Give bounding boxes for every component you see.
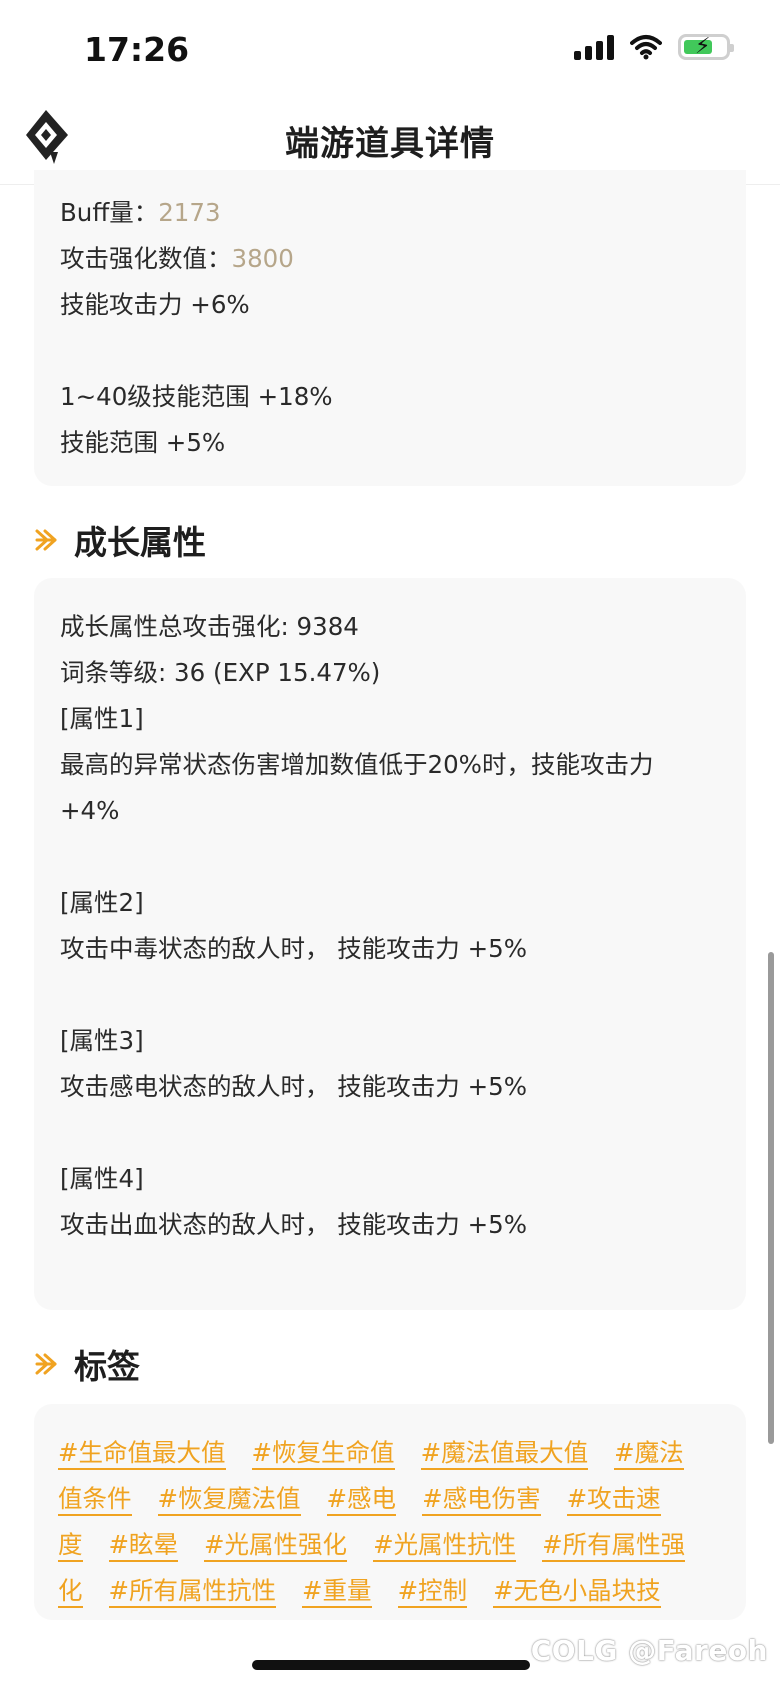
- double-arrow-icon: [35, 1353, 57, 1375]
- growth-line: [属性4]: [60, 1164, 144, 1193]
- section-title: 标签: [74, 1347, 140, 1386]
- attribute-line: 1~40级技能范围 +18%: [60, 382, 333, 411]
- growth-line: [属性1]: [60, 704, 144, 733]
- tag-link[interactable]: #魔法: [614, 1438, 684, 1470]
- buff-line: Buff量：2173: [34, 190, 746, 236]
- tag-link[interactable]: #所有属性强: [542, 1530, 686, 1562]
- attribute-line: 技能范围 +5%: [60, 428, 226, 457]
- tag-link[interactable]: #恢复生命值: [251, 1438, 395, 1470]
- tag-link[interactable]: #魔法值最大值: [420, 1438, 589, 1470]
- tag-link[interactable]: #光属性强化: [204, 1530, 348, 1562]
- growth-line: 成长属性总攻击强化: 9384: [60, 612, 359, 641]
- tag-link[interactable]: 值条件: [58, 1484, 132, 1516]
- tag-link[interactable]: #所有属性抗性: [108, 1576, 277, 1608]
- growth-line: 攻击中毒状态的敌人时， 技能攻击力 +5%: [60, 934, 527, 963]
- attack-enhance-line: 攻击强化数值：3800: [34, 236, 746, 282]
- watermark: COLG @Fareoh: [530, 1634, 768, 1667]
- battery-icon: ⚡: [678, 34, 734, 60]
- tag-row: 化 #所有属性抗性 #重量 #控制 #无色小晶块技: [58, 1568, 722, 1614]
- buff-label: Buff量：: [60, 198, 159, 227]
- attributes-card: Buff量：2173 攻击强化数值：3800 技能攻击力 +6% 1~40级技能…: [34, 170, 746, 486]
- tag-list: #生命值最大值 #恢复生命值 #魔法值最大值 #魔法 值条件 #恢复魔法值 #感电 #感电伤…: [58, 1430, 722, 1614]
- tag-link[interactable]: #控制: [397, 1576, 468, 1608]
- section-title: 成长属性: [74, 523, 206, 562]
- tag-link[interactable]: 化: [58, 1576, 83, 1608]
- growth-line: 攻击出血状态的敌人时， 技能攻击力 +5%: [60, 1210, 527, 1239]
- tag-link[interactable]: #感电: [326, 1484, 397, 1516]
- growth-line: [属性2]: [60, 888, 144, 917]
- home-indicator[interactable]: [252, 1660, 530, 1670]
- tag-link[interactable]: #生命值最大值: [58, 1438, 226, 1470]
- tags-card: #生命值最大值 #恢复生命值 #魔法值最大值 #魔法 值条件 #恢复魔法值 #感电 #感电伤…: [34, 1404, 746, 1620]
- tag-link[interactable]: #无色小晶块技: [493, 1576, 661, 1608]
- status-icons: ⚡: [574, 34, 734, 60]
- growth-line: 攻击感电状态的敌人时， 技能攻击力 +5%: [60, 1072, 527, 1101]
- tag-link[interactable]: #感电伤害: [422, 1484, 541, 1516]
- attack-enhance-value: 3800: [231, 244, 294, 273]
- tag-row: 度 #眩晕 #光属性强化 #光属性抗性 #所有属性强: [58, 1522, 722, 1568]
- tag-link[interactable]: #眩晕: [108, 1530, 179, 1562]
- growth-line: [属性3]: [60, 1026, 144, 1055]
- growth-line: 词条等级: 36 (EXP 15.47%): [60, 658, 381, 687]
- status-bar: 17:26 ⚡: [0, 0, 780, 100]
- tag-link[interactable]: #重量: [302, 1576, 372, 1608]
- cellular-signal-icon: [574, 34, 614, 60]
- growth-line: 最高的异常状态伤害增加数值低于20%时，技能攻击力: [60, 750, 654, 779]
- tag-link[interactable]: #恢复魔法值: [157, 1484, 301, 1516]
- tag-link[interactable]: 度: [58, 1530, 83, 1562]
- status-time: 17:26: [84, 30, 190, 69]
- wifi-icon: [630, 35, 662, 60]
- growth-section-header: 成长属性: [34, 516, 206, 564]
- growth-line: +4%: [60, 796, 120, 825]
- tag-link[interactable]: #攻击速: [566, 1484, 661, 1516]
- scrollbar[interactable]: [768, 952, 774, 1444]
- attack-enhance-label: 攻击强化数值：: [60, 244, 232, 273]
- tag-row: #生命值最大值 #恢复生命值 #魔法值最大值 #魔法: [58, 1430, 722, 1476]
- double-arrow-icon: [35, 529, 57, 551]
- attribute-line: 技能攻击力 +6%: [60, 290, 250, 319]
- growth-attributes-card: 成长属性总攻击强化: 9384 词条等级: 36 (EXP 15.47%) [属…: [34, 578, 746, 1310]
- page-title: 端游道具详情: [285, 124, 495, 164]
- buff-value: 2173: [158, 198, 221, 227]
- tags-section-header: 标签: [34, 1340, 140, 1388]
- tag-row: 值条件 #恢复魔法值 #感电 #感电伤害 #攻击速: [58, 1476, 722, 1522]
- tag-link[interactable]: #光属性抗性: [373, 1530, 517, 1562]
